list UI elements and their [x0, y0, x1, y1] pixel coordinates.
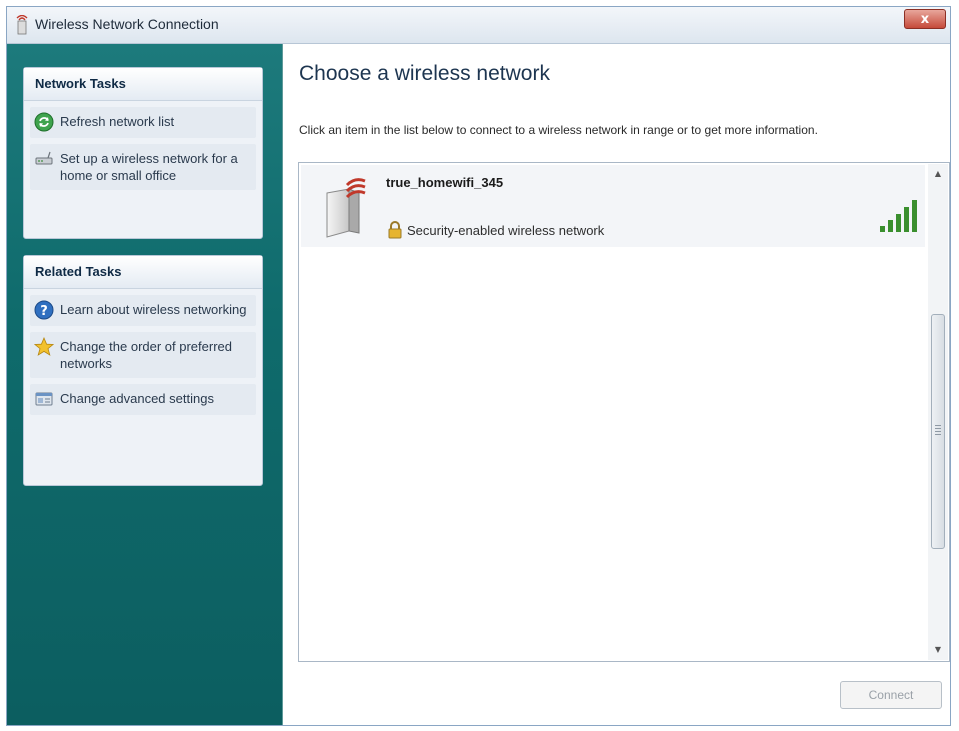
main-content: Choose a wireless network Click an item …: [283, 44, 950, 725]
dialog-window: Wireless Network Connection x Network Ta…: [6, 6, 951, 726]
task-label: Refresh network list: [60, 114, 175, 129]
wireless-router-icon: [16, 15, 28, 35]
task-label: Change advanced settings: [60, 391, 214, 406]
change-order-link[interactable]: Change the order of preferred networks: [30, 332, 256, 378]
settings-icon: [35, 392, 53, 406]
signal-strength-icon: [880, 200, 917, 232]
lock-icon: [388, 221, 402, 239]
setup-wireless-network-link[interactable]: Set up a wireless network for a home or …: [30, 144, 256, 190]
svg-text:?: ?: [40, 304, 48, 319]
learn-wireless-link[interactable]: ? Learn about wireless networking: [30, 295, 256, 326]
refresh-icon: [34, 112, 54, 132]
router-setup-icon: [35, 151, 53, 165]
task-label: Change the order of preferred networks: [60, 339, 232, 371]
network-list-item[interactable]: true_homewifi_345 Security-enabled wirel…: [301, 165, 925, 247]
network-list-scrollbar[interactable]: ▲ ▼: [928, 164, 948, 660]
star-icon: [34, 337, 54, 356]
task-label: Set up a wireless network for a home or …: [60, 151, 238, 183]
wireless-router-icon: [326, 178, 366, 238]
sidebar: Network Tasks Refresh network list Set u…: [7, 44, 283, 725]
related-tasks-header: Related Tasks: [24, 256, 262, 289]
scroll-down-icon[interactable]: ▼: [928, 640, 948, 660]
window-title: Wireless Network Connection: [35, 16, 219, 32]
connect-button[interactable]: Connect: [840, 681, 942, 709]
network-security-status: Security-enabled wireless network: [407, 223, 605, 238]
related-tasks-panel: Related Tasks ? Learn about wireless net…: [23, 255, 263, 486]
grip-icon: [935, 425, 941, 435]
title-bar: Wireless Network Connection x: [7, 7, 950, 44]
close-button[interactable]: x: [904, 9, 946, 29]
network-name: true_homewifi_345: [386, 175, 504, 190]
change-advanced-settings-link[interactable]: Change advanced settings: [30, 384, 256, 415]
network-tasks-panel: Network Tasks Refresh network list Set u…: [23, 67, 263, 239]
refresh-network-list-link[interactable]: Refresh network list: [30, 107, 256, 138]
page-title: Choose a wireless network: [299, 62, 550, 85]
help-icon: ?: [34, 300, 54, 320]
scroll-thumb[interactable]: [931, 314, 945, 549]
instructions-text: Click an item in the list below to conne…: [299, 123, 818, 137]
network-list: true_homewifi_345 Security-enabled wirel…: [298, 162, 950, 662]
scroll-up-icon[interactable]: ▲: [928, 164, 948, 184]
task-label: Learn about wireless networking: [60, 302, 247, 317]
network-tasks-header: Network Tasks: [24, 68, 262, 101]
